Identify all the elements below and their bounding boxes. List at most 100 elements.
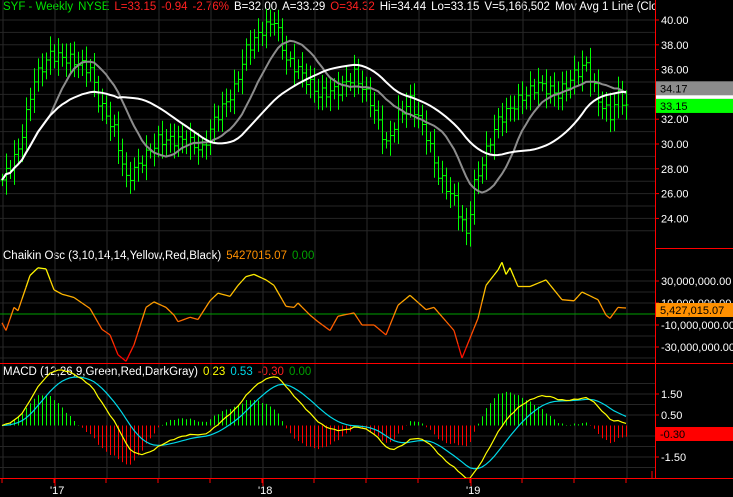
price-tick-label: 26.00 [661, 189, 689, 201]
chaikin-segment [9, 307, 15, 320]
chaikin-segment [537, 280, 543, 284]
chaikin-segment [533, 282, 539, 286]
price-bar [260, 21, 265, 46]
price-bar [392, 122, 397, 143]
macd-hist-last-label: -0.30 [660, 429, 685, 441]
price-tick-label: 38.00 [661, 40, 689, 52]
chaikin-segment [29, 271, 35, 276]
price-bar [312, 67, 317, 103]
chaikin-segment [65, 294, 71, 298]
chart-canvas[interactable]: 40.0038.0036.0034.0032.0030.0028.0026.00… [0, 0, 733, 497]
chaikin-segment [285, 305, 291, 308]
chaikin-segment [221, 293, 227, 296]
chaikin-segment [489, 274, 495, 281]
price-bar [104, 95, 109, 125]
price-bar [264, 8, 269, 49]
price-bar [508, 95, 513, 122]
price-bar [132, 157, 137, 191]
chaikin-tick-label: -10,000,000.00 [661, 320, 733, 332]
macd-tick-label: 0.50 [661, 410, 682, 422]
chaikin-segment [613, 307, 619, 314]
price-bar [24, 97, 29, 150]
stock-chart-window: SYF - WeeklyNYSEL=33.15-0.94-2.76%B=32.0… [0, 0, 733, 497]
chaikin-segment [389, 314, 395, 326]
chaikin-segment [165, 306, 171, 312]
chaikin-line [1, 262, 627, 362]
chaikin-segment [425, 307, 431, 311]
price-bar [228, 89, 233, 113]
price-bar [280, 18, 285, 60]
price-bar [388, 120, 393, 156]
price-bar [368, 77, 373, 118]
chaikin-segment [493, 269, 499, 276]
chaikin-segment [505, 267, 511, 275]
chaikin-segment [421, 305, 427, 311]
price-bar [540, 75, 545, 92]
price-bar [156, 125, 161, 158]
chaikin-segment [349, 312, 355, 315]
chaikin-segment [401, 298, 407, 303]
price-bar [248, 30, 253, 65]
chaikin-segment [453, 330, 459, 345]
grid-lines [0, 0, 655, 478]
price-bar [436, 156, 441, 185]
price-bar [292, 43, 297, 87]
price-bar [220, 91, 225, 132]
price-bar [464, 207, 469, 246]
chaikin-segment [481, 285, 487, 303]
fast-moving-average-line [1, 39, 627, 194]
chaikin-segment [461, 347, 467, 359]
price-bar [468, 201, 473, 247]
price-bar [512, 95, 517, 122]
price-tick-label: 36.00 [661, 65, 689, 77]
price-bar [144, 135, 149, 181]
macd-tick-label: 1.50 [661, 389, 682, 401]
price-bar [608, 92, 613, 133]
price-tick-label: 24.00 [661, 213, 689, 225]
chaikin-segment [549, 284, 555, 291]
price-bar [216, 105, 221, 132]
chaikin-segment [217, 292, 223, 295]
chaikin-segment [477, 301, 483, 319]
price-bar [140, 155, 145, 174]
chaikin-segment [101, 328, 107, 333]
price-bar [520, 81, 525, 115]
chaikin-segment [337, 314, 343, 317]
chaikin-segment [137, 319, 143, 333]
chaikin-segment [129, 344, 135, 354]
chaikin-segment [597, 299, 603, 308]
chaikin-segment [513, 276, 519, 287]
price-tick-label: 40.00 [661, 15, 689, 27]
price-bar [28, 87, 33, 122]
price-bar [36, 58, 41, 92]
chaikin-tick-label: 30,000,000.00 [661, 276, 731, 288]
chaikin-segment [73, 296, 79, 301]
price-bar [484, 131, 489, 180]
price-bar [52, 44, 57, 69]
price-bar [336, 71, 341, 110]
chaikin-segment [17, 298, 23, 311]
chaikin-segment [593, 297, 599, 301]
price-bar [352, 54, 357, 98]
chaikin-segment [233, 285, 239, 292]
price-bar [376, 100, 381, 130]
price-tick-label: 30.00 [661, 139, 689, 151]
price-bar [488, 138, 493, 153]
price-bar [496, 108, 501, 139]
price-bar [384, 131, 389, 149]
chaikin-segment [309, 314, 315, 319]
price-bar [344, 66, 349, 97]
chaikin-segment [161, 304, 167, 308]
chaikin-segment [277, 292, 283, 300]
price-tick-label: 28.00 [661, 164, 689, 176]
chaikin-segment [97, 322, 103, 330]
chaikin-segment [269, 282, 275, 286]
price-bar [516, 83, 521, 121]
chaikin-segment [93, 315, 99, 323]
price-bar [44, 52, 49, 80]
price-bar [12, 140, 17, 185]
chaikin-segment [257, 275, 263, 279]
chaikin-segment [325, 327, 331, 332]
chaikin-segment [377, 327, 383, 333]
chaikin-segment [473, 318, 479, 329]
